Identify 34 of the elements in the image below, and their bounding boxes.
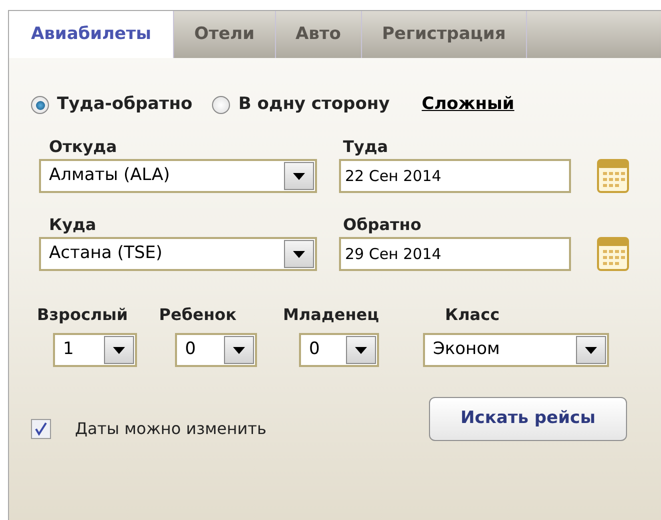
tab[interactable]: Регистрация <box>362 11 527 58</box>
caret-icon[interactable] <box>346 336 376 364</box>
city-select[interactable]: Астана (TSE) <box>39 237 317 271</box>
caret-icon[interactable] <box>284 162 314 190</box>
date-field[interactable]: 22 Сен 2014 <box>339 159 571 193</box>
checkbox[interactable] <box>31 419 51 439</box>
caret-icon[interactable] <box>224 336 254 364</box>
field-label: Откуда <box>49 136 118 158</box>
city-select[interactable]: Алматы (ALA) <box>39 159 317 193</box>
tab[interactable]: Отели <box>174 11 276 58</box>
field-label: Обратно <box>343 214 422 236</box>
caret-icon[interactable] <box>284 240 314 268</box>
field-label: Туда <box>343 136 390 158</box>
radio-label[interactable]: Туда-обратно <box>57 92 192 118</box>
caret-icon[interactable] <box>104 336 134 364</box>
search-button[interactable]: Искать рейсы <box>429 397 627 441</box>
radio-label[interactable]: В одну сторону <box>238 92 390 118</box>
field-label: Ребенок <box>159 304 238 326</box>
checkbox-label[interactable]: Даты можно изменить <box>75 417 266 441</box>
field-label: Взрослый <box>37 304 129 326</box>
field-label: Класс <box>445 304 501 326</box>
tab[interactable]: Авто <box>276 11 362 58</box>
count-select[interactable]: 1 <box>53 333 137 367</box>
radio-button[interactable] <box>31 96 49 114</box>
count-select[interactable]: 0 <box>175 333 257 367</box>
field-label: Куда <box>49 214 98 236</box>
caret-icon[interactable] <box>576 336 606 364</box>
count-select[interactable]: 0 <box>299 333 379 367</box>
complex-link[interactable]: Сложный <box>422 92 514 118</box>
class-select[interactable]: Эконом <box>423 333 609 367</box>
tab[interactable]: Авиабилеты <box>9 11 174 58</box>
date-field[interactable]: 29 Сен 2014 <box>339 237 571 271</box>
field-label: Младенец <box>283 304 380 326</box>
radio-button[interactable] <box>212 96 230 114</box>
